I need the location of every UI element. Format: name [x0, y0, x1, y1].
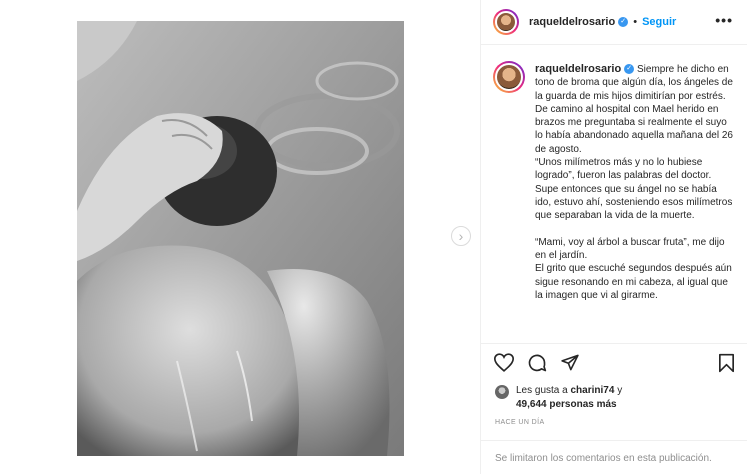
verified-badge-icon: ✓	[624, 64, 635, 75]
separator-dot: •	[633, 16, 638, 28]
comment-icon[interactable]	[527, 353, 547, 373]
verified-badge-icon: ✓	[618, 17, 629, 27]
caption-text: Siempre he dicho en tono de broma que al…	[535, 64, 733, 302]
share-icon[interactable]	[560, 353, 580, 372]
caption-avatar[interactable]	[493, 61, 525, 93]
post-timestamp[interactable]: HACE UN DÍA	[495, 419, 545, 426]
photo-image	[77, 21, 404, 456]
comments-disabled-notice: Se limitaron los comentarios en esta pub…	[481, 440, 747, 475]
likes-count-link[interactable]: 49,644 personas más	[516, 399, 617, 410]
media-area: ›	[0, 0, 480, 474]
liker-username-link[interactable]: charini74	[571, 385, 615, 396]
avatar[interactable]	[493, 9, 519, 35]
post-modal: › raqueldelrosario ✓ • Seguir ••• raquel…	[0, 0, 747, 474]
action-bar	[481, 343, 747, 382]
more-options-icon[interactable]: •••	[715, 12, 733, 28]
username-link[interactable]: raqueldelrosario	[529, 16, 615, 28]
post-header: raqueldelrosario ✓ • Seguir •••	[481, 0, 747, 45]
likes-summary: Les gusta a charini74 y 49,644 personas …	[495, 384, 622, 412]
follow-button[interactable]: Seguir	[642, 16, 676, 28]
liker-avatar[interactable]	[495, 385, 509, 399]
chevron-right-icon: ›	[458, 228, 464, 244]
next-photo-button[interactable]: ›	[451, 226, 471, 246]
heart-icon[interactable]	[494, 353, 514, 372]
caption-username-link[interactable]: raqueldelrosario	[535, 63, 621, 75]
post-photo[interactable]	[77, 21, 404, 456]
bookmark-icon[interactable]	[718, 353, 735, 373]
caption: raqueldelrosario ✓ Siempre he dicho en to…	[493, 61, 735, 302]
comments-area[interactable]: raqueldelrosario ✓ Siempre he dicho en to…	[481, 45, 747, 342]
post-side-panel: raqueldelrosario ✓ • Seguir ••• raquelde…	[480, 0, 747, 474]
